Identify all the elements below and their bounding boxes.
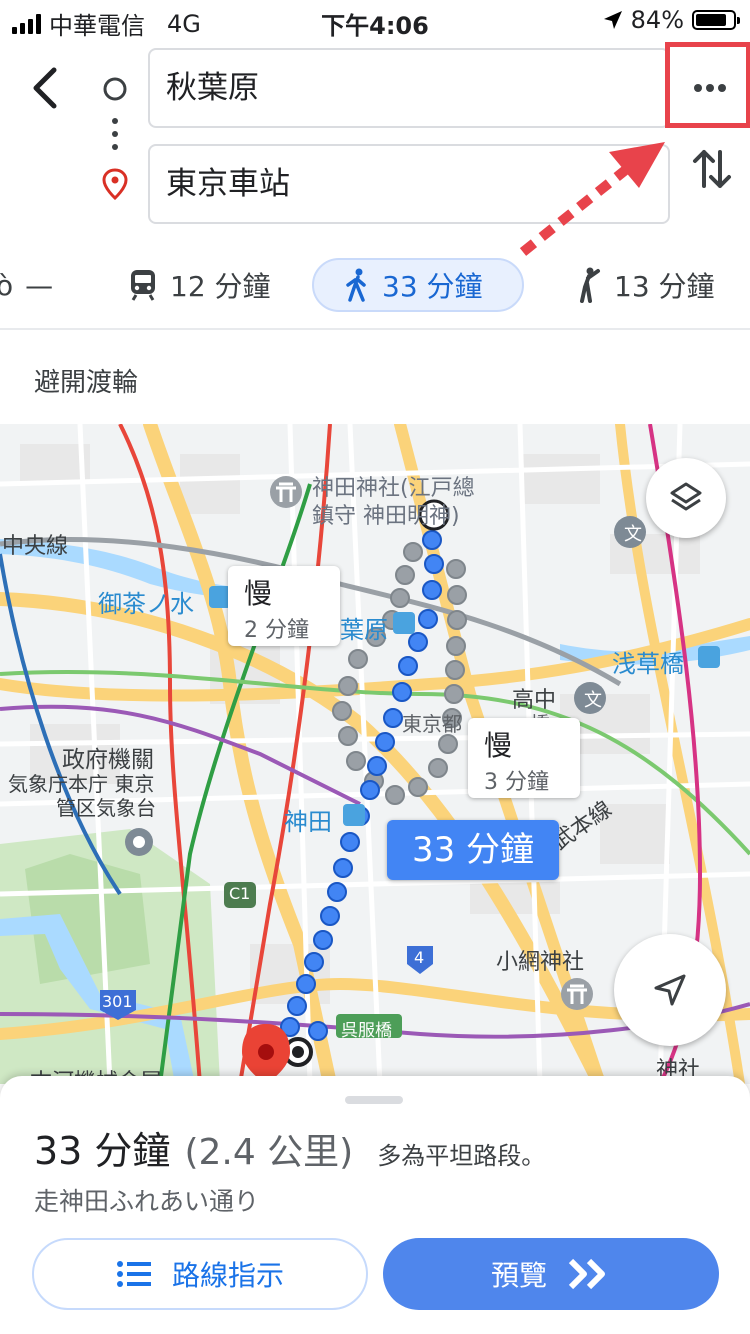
status-bar: 中華電信 4G 下午4:06 84% bbox=[0, 0, 750, 40]
callout-title-2: 慢 bbox=[484, 729, 513, 762]
tab-rideshare-label: 13 分鐘 bbox=[614, 270, 715, 303]
map-label-gov-3: 管区気象台 bbox=[56, 796, 156, 820]
svg-text:文: 文 bbox=[624, 524, 642, 544]
tab-rideshare[interactable]: 13 分鐘 bbox=[574, 258, 715, 312]
route-distance: (2.4 公里) bbox=[184, 1132, 354, 1173]
destination-pin-icon bbox=[102, 168, 128, 200]
shrine-poi bbox=[270, 476, 302, 508]
map-label-route4: 4 bbox=[414, 948, 425, 967]
avoid-ferries-option[interactable]: 避開渡輪 bbox=[34, 362, 138, 399]
battery-icon bbox=[692, 10, 740, 30]
callout-slow-2min[interactable]: 慢 2 分鐘 bbox=[228, 566, 340, 646]
route-note: 多為平坦路段。 bbox=[377, 1142, 546, 1170]
callout-title: 慢 bbox=[244, 577, 273, 610]
layers-button[interactable] bbox=[646, 458, 726, 538]
origin-circle-icon bbox=[103, 77, 127, 101]
rideshare-icon bbox=[580, 267, 600, 303]
station-kanda-icon bbox=[343, 804, 365, 826]
back-arrow-icon[interactable] bbox=[28, 66, 62, 110]
tab-walk-label: 33 分鐘 bbox=[382, 270, 483, 303]
divider bbox=[0, 328, 750, 330]
partial-mode-glyph: ò bbox=[0, 268, 14, 302]
annotation-arrow bbox=[519, 142, 665, 256]
callout-time-2: 3 分鐘 bbox=[484, 770, 549, 795]
preview-button[interactable]: 預覽 bbox=[383, 1238, 719, 1310]
steps-button-label: 路線指示 bbox=[171, 1259, 284, 1292]
battery-percent: 84% bbox=[630, 6, 684, 34]
drag-handle[interactable] bbox=[345, 1096, 403, 1104]
map-label-301: 301 bbox=[102, 992, 133, 1011]
navigation-arrow-icon bbox=[654, 974, 686, 1006]
location-arrow-icon bbox=[603, 11, 622, 29]
callout-time: 2 分鐘 bbox=[244, 618, 309, 643]
swap-vertical-icon[interactable] bbox=[690, 146, 734, 192]
station-akihabara-icon bbox=[393, 612, 415, 634]
tab-walk[interactable]: 33 分鐘 bbox=[312, 258, 524, 312]
tab-transit-label: 12 分鐘 bbox=[170, 270, 271, 303]
steps-button[interactable]: 路線指示 bbox=[32, 1238, 368, 1310]
map-label-shrine-2: 鎮守 神田明神) bbox=[312, 504, 460, 529]
station-asakusabashi-icon bbox=[698, 646, 720, 668]
callout-slow-3min[interactable]: 慢 3 分鐘 bbox=[468, 718, 580, 798]
list-icon bbox=[116, 1261, 151, 1287]
svg-text:文: 文 bbox=[584, 690, 602, 710]
tab-partial[interactable]: ò — bbox=[0, 258, 53, 312]
shrine-poi-2 bbox=[561, 978, 593, 1010]
layers-icon bbox=[670, 482, 702, 511]
map-label-gofuku: 呉服橋 bbox=[341, 1021, 392, 1041]
map-label-tokyo-met: 東京都 bbox=[402, 712, 462, 736]
tab-partial-label: — bbox=[25, 268, 54, 302]
origin-input[interactable]: 秋葉原 bbox=[148, 48, 670, 128]
walk-icon bbox=[346, 268, 366, 302]
highlight-box bbox=[665, 42, 750, 128]
route-dots-icon bbox=[112, 118, 118, 150]
route-duration: 33 分鐘 bbox=[34, 1129, 171, 1173]
map-label-asakusabashi: 浅草橋 bbox=[612, 650, 684, 678]
train-icon bbox=[131, 270, 155, 301]
map-label-kanda: 神田 bbox=[284, 808, 332, 836]
tab-transit[interactable]: 12 分鐘 bbox=[128, 258, 271, 312]
map-label-kojima: 小網神社 bbox=[496, 950, 585, 975]
preview-button-label: 預覽 bbox=[490, 1259, 547, 1292]
double-chevron-right-icon bbox=[568, 1258, 605, 1290]
map-label-ochanomizu: 御茶ノ水 bbox=[98, 590, 194, 618]
map-label-c1: C1 bbox=[229, 884, 251, 903]
map-view[interactable]: 文 文 神田神社(江戸總 鎮守 神田明神) 中央線 御茶ノ水 葉原 浅草橋 高中… bbox=[0, 424, 750, 1084]
route-duration-badge[interactable]: 33 分鐘 bbox=[387, 820, 559, 880]
route-via: 走神田ふれあい通り bbox=[34, 1187, 260, 1216]
route-summary-sheet[interactable]: 33 分鐘 (2.4 公里) 多為平坦路段。 走神田ふれあい通り 路線指示 預覽 bbox=[0, 1076, 750, 1334]
my-location-button[interactable] bbox=[614, 934, 726, 1046]
map-label-akihabara: 葉原 bbox=[340, 616, 388, 644]
map-label-chuo: 中央線 bbox=[2, 534, 69, 559]
